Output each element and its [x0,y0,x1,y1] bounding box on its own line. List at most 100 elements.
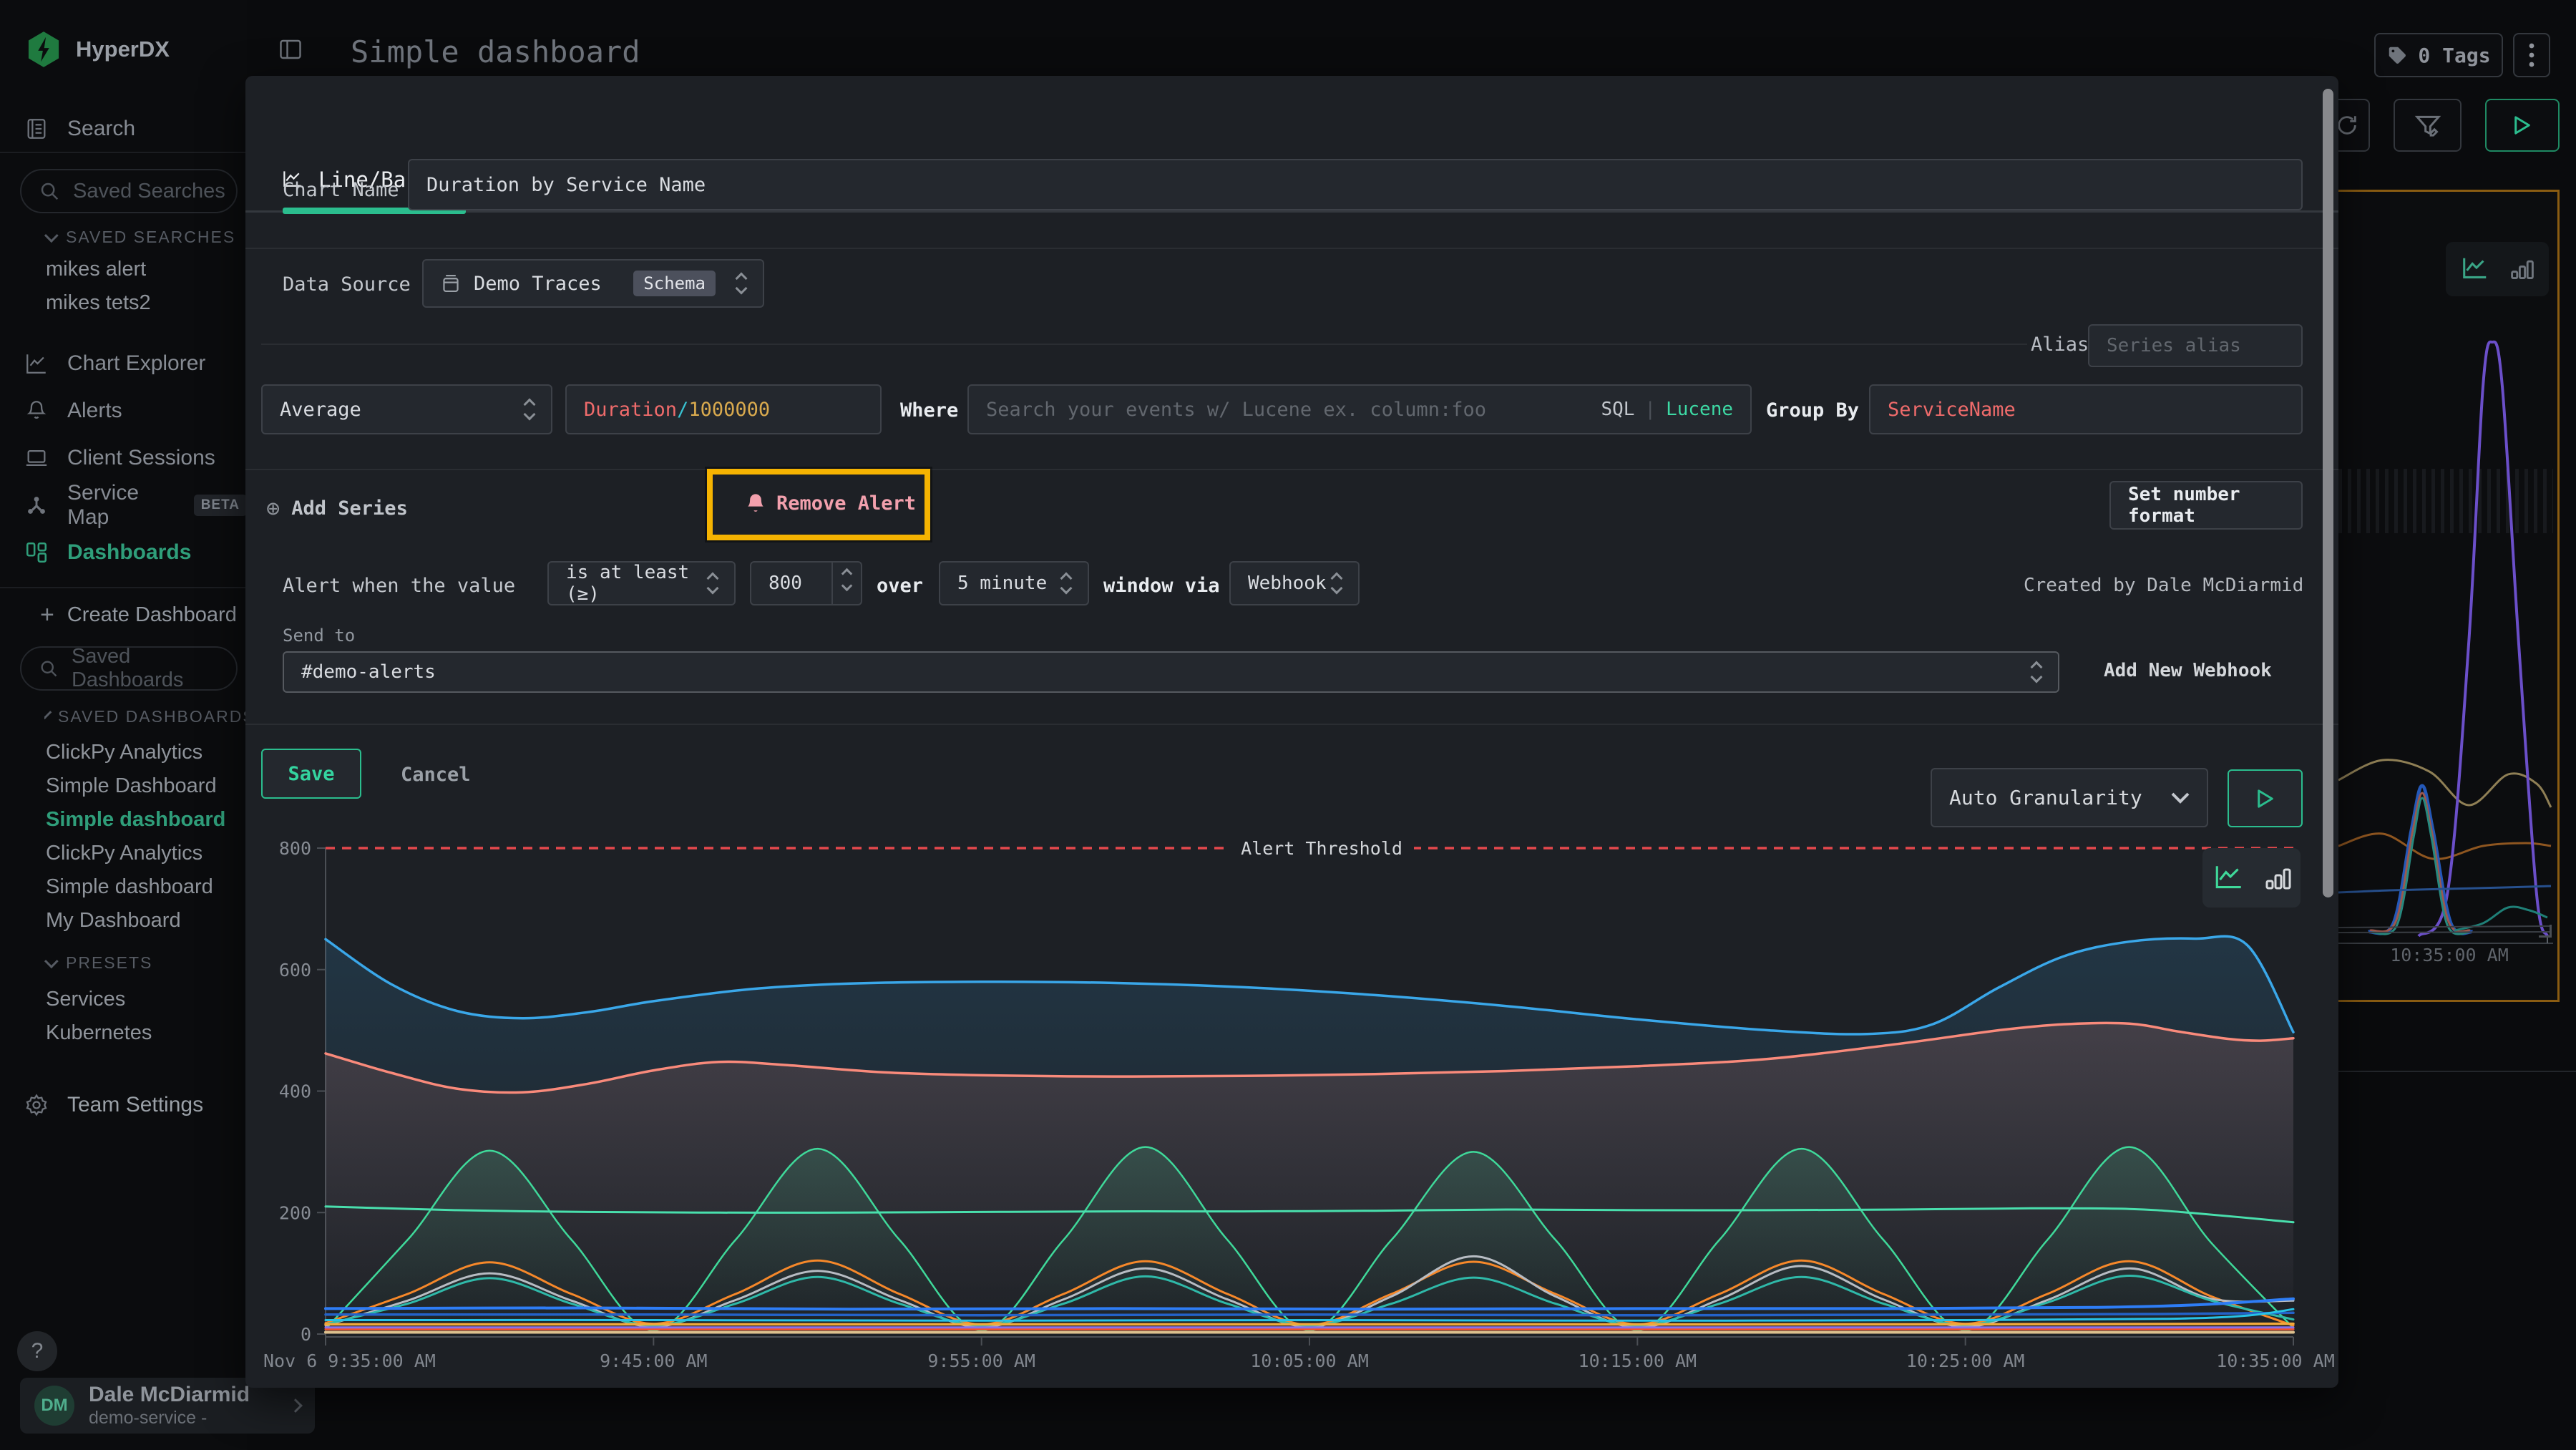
chart-name-input[interactable]: Duration by Service Name [408,159,2303,210]
preview-chart[interactable]: 8006004002000Nov 6 9:35:00 AM9:45:00 AM9… [245,823,2338,1388]
presets-header[interactable]: PRESETS [44,953,247,973]
sidebar-item-search[interactable]: Search [0,106,247,152]
preset-item[interactable]: Services [46,988,125,1011]
chevron-down-icon [44,954,59,968]
sidebar-item-service-map[interactable]: Service MapBETA [0,482,247,528]
run-query-button-header[interactable] [2485,99,2560,152]
select-chevrons-icon [2032,663,2041,681]
send-to-select[interactable]: #demo-alerts [283,651,2059,693]
number-stepper[interactable] [831,561,861,605]
alert-threshold-input[interactable]: 800 [750,561,862,605]
saved-dashboards-header[interactable]: SAVED DASHBOARDS [44,707,247,726]
filter-edit-icon [2414,111,2442,140]
send-to-label: Send to [283,626,355,646]
divider [245,248,2338,249]
alert-channel-select[interactable]: Webhook [1229,561,1360,605]
chart-explorer-icon [24,351,49,376]
svg-text:10:15:00 AM: 10:15:00 AM [1579,1351,1697,1371]
svg-text:Nov 6 9:35:00 AM: Nov 6 9:35:00 AM [263,1351,436,1371]
where-input[interactable]: Search your events w/ Lucene ex. column:… [967,384,1752,434]
select-chevrons-icon [525,400,534,419]
aggregation-select[interactable]: Average [261,384,552,434]
remove-alert-button[interactable]: Remove Alert [746,492,916,515]
user-org: demo-service - [89,1408,250,1429]
data-source-select[interactable]: Demo Traces Schema [422,259,764,308]
bar-chart-icon[interactable] [2265,864,2291,892]
background-tile-divider [2338,1071,2576,1072]
chart-type-toggle[interactable] [2202,848,2301,908]
tags-button[interactable]: 0 Tags [2374,33,2503,77]
preset-item[interactable]: Kubernetes [46,1021,152,1045]
alias-divider [261,344,2027,345]
tile-resize-handle[interactable] [2539,925,2552,938]
search-journal-icon [24,117,49,141]
filter-button[interactable] [2394,99,2462,152]
play-icon [2513,115,2532,136]
circle-plus-icon: ⊕ [266,495,280,522]
svg-text:0: 0 [301,1324,311,1345]
run-chart-button[interactable] [2228,769,2303,827]
kebab-icon [2529,42,2534,68]
modal-scrollbar[interactable] [2323,89,2333,897]
svg-text:600: 600 [279,960,311,981]
sidebar-item-alerts[interactable]: Alerts [0,388,247,434]
save-button[interactable]: Save [261,749,361,799]
service-map-icon [24,493,49,517]
add-series-button[interactable]: ⊕ Add Series [266,495,408,522]
dashboard-list-item[interactable]: Simple dashboard [46,875,213,899]
granularity-select[interactable]: Auto Granularity [1931,768,2208,827]
tabstrip-underline [245,210,2338,213]
series-alias-input[interactable]: Series alias [2088,324,2303,367]
background-tile-x-label: 10:35:00 AM [2338,945,2560,965]
set-number-format-button[interactable]: Set number format [2109,481,2303,530]
kebab-menu-button[interactable] [2513,33,2550,77]
beta-badge: BETA [194,495,247,516]
saved-search-item[interactable]: mikes alert [46,258,146,281]
search-icon [39,658,59,679]
sidebar-collapse-icon[interactable] [278,37,303,62]
saved-searches-input[interactable]: Saved Searches [20,169,238,213]
dashboard-list-item[interactable]: Simple dashboard [46,808,225,832]
line-chart-icon[interactable] [2212,862,2245,894]
alert-condition-select[interactable]: is at least (≥) [547,561,736,605]
alias-label: Alias [2031,334,2089,356]
sidebar-item-client-sessions[interactable]: Client Sessions [0,435,247,481]
select-chevrons-icon [737,274,746,293]
sidebar-divider [0,587,247,588]
field-expression-input[interactable]: Duration/1000000 [565,384,882,434]
saved-searches-header[interactable]: SAVED SEARCHES [44,228,247,247]
create-dashboard-button[interactable]: + Create Dashboard [40,601,237,629]
dashboard-list-item[interactable]: My Dashboard [46,909,181,933]
series-amber-flat [326,1324,2293,1325]
select-chevrons-icon [1062,574,1070,593]
group-by-input[interactable]: ServiceName [1869,384,2303,434]
sidebar-item-dashboards[interactable]: Dashboards [0,530,247,575]
user-name: Dale McDiarmid [89,1383,250,1408]
saved-search-item[interactable]: mikes tets2 [46,291,151,315]
chevron-down-icon [44,228,59,243]
schema-badge: Schema [633,271,716,296]
refresh-icon [2335,113,2359,137]
dashboard-list-item[interactable]: ClickPy Analytics [46,741,203,764]
brand-logo[interactable]: HyperDX [27,31,170,67]
dashboard-list-item[interactable]: ClickPy Analytics [46,842,203,865]
brand-name: HyperDX [76,37,170,62]
chevron-right-icon [288,1398,303,1413]
cancel-button[interactable]: Cancel [401,764,471,786]
svg-text:400: 400 [279,1081,311,1102]
tag-icon [2386,44,2408,66]
query-language-toggle[interactable]: SQL | Lucene [1601,399,1733,420]
saved-dashboards-input[interactable]: Saved Dashboards [20,646,238,691]
sidebar-item-team-settings[interactable]: Team Settings [0,1082,247,1128]
help-button[interactable]: ? [17,1331,57,1371]
laptop-icon [24,446,49,470]
sidebar-divider [0,152,247,153]
select-chevrons-icon [708,574,717,593]
page-title[interactable]: Simple dashboard [351,34,640,69]
sidebar-item-chart-explorer[interactable]: Chart Explorer [0,341,247,386]
alert-window-select[interactable]: 5 minute [939,561,1089,605]
svg-text:9:55:00 AM: 9:55:00 AM [927,1351,1035,1371]
add-new-webhook-button[interactable]: Add New Webhook [2104,660,2272,681]
dashboard-list-item[interactable]: Simple Dashboard [46,774,217,798]
svg-text:10:05:00 AM: 10:05:00 AM [1250,1351,1369,1371]
